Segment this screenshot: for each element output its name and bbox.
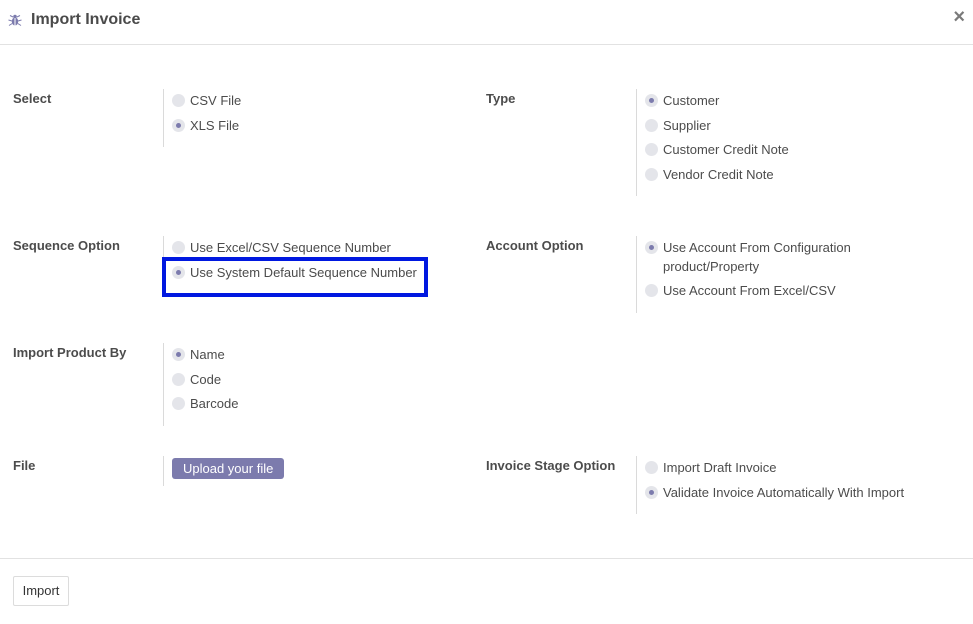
radio-label: Barcode <box>190 396 239 411</box>
type-label: Type <box>486 91 516 106</box>
radio-label: Supplier <box>663 118 711 133</box>
radio-button[interactable] <box>645 241 658 254</box>
radio-label: Use Account From Configuration product/P… <box>663 238 851 276</box>
account-option-label: Account Option <box>486 238 584 253</box>
radio-label-line2: product/Property <box>663 259 760 274</box>
radio-label: Customer <box>663 93 720 108</box>
radio-label: Use Excel/CSV Sequence Number <box>190 240 391 255</box>
close-icon[interactable]: × <box>953 7 965 27</box>
radio-customer[interactable]: Customer <box>645 91 719 111</box>
radio-xls-file[interactable]: XLS File <box>172 116 239 136</box>
radio-button[interactable] <box>645 119 658 132</box>
radio-name[interactable]: Name <box>172 345 225 365</box>
radio-label: Vendor Credit Note <box>663 167 774 182</box>
dialog-footer: Import <box>0 558 973 624</box>
radio-barcode[interactable]: Barcode <box>172 394 238 414</box>
radio-supplier[interactable]: Supplier <box>645 116 711 136</box>
invoice-stage-option-label: Invoice Stage Option <box>486 458 616 473</box>
radio-button[interactable] <box>172 373 185 386</box>
radio-button[interactable] <box>645 143 658 156</box>
radio-account-from-excel-csv[interactable]: Use Account From Excel/CSV <box>645 281 836 301</box>
radio-excel-csv-sequence[interactable]: Use Excel/CSV Sequence Number <box>172 238 391 258</box>
radio-account-from-configuration[interactable]: Use Account From Configuration product/P… <box>645 238 851 278</box>
radio-label: CSV File <box>190 93 242 108</box>
import-product-by-label: Import Product By <box>13 345 127 360</box>
radio-button[interactable] <box>645 94 658 107</box>
radio-button[interactable] <box>172 94 185 107</box>
radio-import-draft-invoice[interactable]: Import Draft Invoice <box>645 458 776 478</box>
upload-file-button[interactable]: Upload your file <box>172 458 285 479</box>
radio-validate-invoice-automatically[interactable]: Validate Invoice Automatically With Impo… <box>645 483 904 503</box>
radio-vendor-credit-note[interactable]: Vendor Credit Note <box>645 165 774 185</box>
divider <box>636 236 637 313</box>
bug-icon <box>8 14 22 26</box>
import-button[interactable]: Import <box>13 576 69 606</box>
radio-label-line1: Use Account From Configuration <box>663 240 851 255</box>
file-label: File <box>13 458 36 473</box>
radio-label: Name <box>190 347 225 362</box>
divider <box>636 456 637 514</box>
dialog-title: Import Invoice <box>31 11 141 28</box>
dialog-header: Import Invoice × <box>0 0 973 45</box>
radio-button[interactable] <box>172 397 185 410</box>
divider <box>163 89 164 147</box>
select-label: Select <box>13 91 52 106</box>
selection-highlight <box>162 257 428 297</box>
radio-label: Validate Invoice Automatically With Impo… <box>663 485 905 500</box>
sequence-option-label: Sequence Option <box>13 238 120 253</box>
divider <box>636 89 637 196</box>
radio-label: Import Draft Invoice <box>663 460 777 475</box>
divider <box>163 456 164 486</box>
radio-button[interactable] <box>172 348 185 361</box>
radio-button[interactable] <box>645 461 658 474</box>
radio-label: Code <box>190 372 222 387</box>
radio-csv-file[interactable]: CSV File <box>172 91 241 111</box>
radio-customer-credit-note[interactable]: Customer Credit Note <box>645 140 789 160</box>
divider <box>163 343 164 426</box>
radio-button[interactable] <box>645 168 658 181</box>
radio-button[interactable] <box>172 241 185 254</box>
radio-button[interactable] <box>645 486 658 499</box>
radio-button[interactable] <box>172 119 185 132</box>
radio-label: XLS File <box>190 118 240 133</box>
radio-button[interactable] <box>645 284 658 297</box>
radio-label: Customer Credit Note <box>663 142 789 157</box>
radio-code[interactable]: Code <box>172 370 221 390</box>
radio-label: Use Account From Excel/CSV <box>663 283 836 298</box>
